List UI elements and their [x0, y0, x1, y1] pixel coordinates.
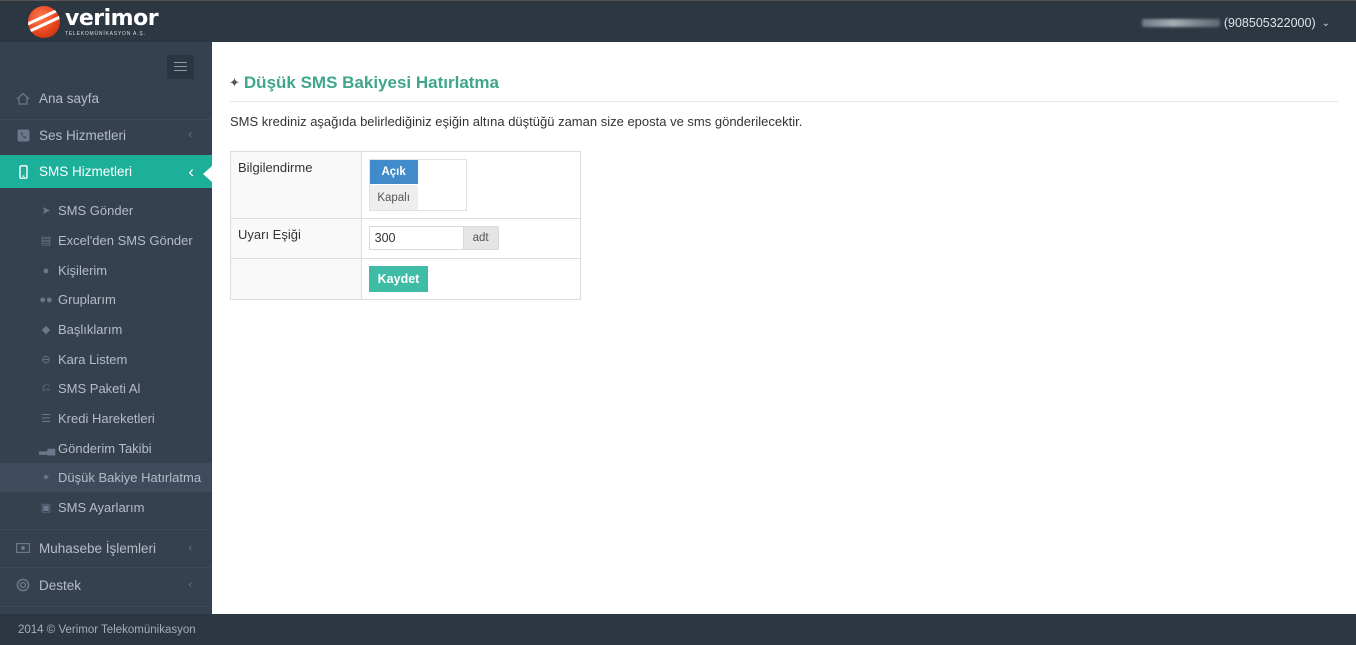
- divider: [0, 606, 212, 607]
- tags-icon: ◆: [41, 324, 51, 336]
- threshold-unit: adt: [463, 226, 499, 250]
- menu-icon: [174, 62, 187, 63]
- switch-on-label[interactable]: Açık: [369, 160, 418, 184]
- sidebar-subitem-label: Kredi Hareketleri: [58, 411, 155, 426]
- users-icon: ●●: [39, 293, 53, 306]
- top-header: verimor TELEKOMÜNİKASYON A.Ş. (908505322…: [0, 0, 1356, 42]
- chevron-down-icon: ⌄: [1321, 17, 1330, 29]
- footer-copyright: 2014 © Verimor Telekomünikasyon: [18, 623, 196, 636]
- settings-form: Bilgilendirme Açık Kapalı Uyarı Eşiği ad…: [230, 151, 582, 300]
- sidebar-item-label: Ses Hizmetleri: [39, 127, 127, 143]
- sidebar-subitem-label: Düşük Bakiye Hatırlatma: [58, 470, 202, 485]
- money-icon: [16, 541, 30, 555]
- logo[interactable]: verimor TELEKOMÜNİKASYON A.Ş.: [28, 5, 159, 39]
- sidebar-subitem-buy-package[interactable]: ⎌ SMS Paketi Al: [0, 374, 212, 403]
- chevron-left-icon: ‹: [188, 542, 192, 554]
- divider: [0, 119, 212, 120]
- sidebar-item-label: Ana sayfa: [39, 90, 100, 106]
- notify-toggle-switch[interactable]: Açık Kapalı: [368, 159, 467, 211]
- sidebar-subitem-sms-send[interactable]: ➤ SMS Gönder: [0, 196, 212, 225]
- pin-icon: ✦: [229, 75, 240, 90]
- mobile-icon: [16, 164, 30, 179]
- sidebar-item-home[interactable]: Ana sayfa: [0, 84, 212, 112]
- notify-label: Bilgilendirme: [230, 151, 362, 219]
- divider: [230, 101, 1338, 102]
- sidebar: Ana sayfa Ses Hizmetleri ‹ SMS Hizmetler…: [0, 42, 212, 614]
- sidebar-item-sms[interactable]: SMS Hizmetleri ‹: [0, 155, 212, 188]
- sidebar-subitem-label: Excel'den SMS Gönder: [58, 233, 193, 248]
- minus-circle-icon: ⊖: [41, 354, 51, 366]
- sidebar-subitem-credit-history[interactable]: ☰ Kredi Hareketleri: [0, 404, 212, 433]
- sidebar-subitem-label: Kara Listem: [58, 352, 128, 367]
- sidebar-subitem-delivery-tracking[interactable]: ▂▄ Gönderim Takibi: [0, 434, 212, 463]
- sidebar-item-label: SMS Hizmetleri: [39, 164, 133, 179]
- threshold-input[interactable]: [368, 226, 464, 250]
- user-phone: (908505322000): [1223, 16, 1316, 30]
- page-title-text: Düşük SMS Bakiyesi Hatırlatma: [243, 73, 500, 92]
- threshold-label: Uyarı Eşiği: [230, 218, 362, 259]
- cart-icon: ⎌: [41, 382, 51, 394]
- logo-subtitle: TELEKOMÜNİKASYON A.Ş.: [65, 30, 146, 37]
- sidebar-subitem-label: SMS Paketi Al: [58, 381, 141, 396]
- save-button[interactable]: Kaydet: [368, 266, 429, 292]
- sidebar-subitem-contacts[interactable]: ● Kişilerim: [0, 256, 212, 285]
- divider: [0, 567, 212, 568]
- send-icon: ➤: [41, 205, 51, 217]
- chevron-left-icon: ‹: [188, 161, 194, 181]
- footer: 2014 © Verimor Telekomünikasyon: [0, 614, 1356, 645]
- sidebar-toggle-button[interactable]: [167, 55, 194, 79]
- sidebar-subitem-label: Gönderim Takibi: [58, 441, 152, 456]
- threshold-input-group: adt: [368, 226, 573, 250]
- bar-chart-icon: ▂▄: [39, 443, 56, 455]
- sidebar-subitem-low-balance[interactable]: ✦ Düşük Bakiye Hatırlatma: [0, 463, 212, 492]
- lifebuoy-icon: [16, 578, 30, 592]
- settings-file-icon: ▣: [40, 502, 52, 514]
- sidebar-subitem-headers[interactable]: ◆ Başlıklarım: [0, 315, 212, 344]
- page-title: ✦ Düşük SMS Bakiyesi Hatırlatma: [229, 73, 499, 93]
- phone-icon: [16, 128, 30, 142]
- sidebar-subitem-blacklist[interactable]: ⊖ Kara Listem: [0, 345, 212, 374]
- main-content: ✦ Düşük SMS Bakiyesi Hatırlatma SMS kred…: [212, 42, 1356, 614]
- sidebar-subitem-label: SMS Ayarlarım: [58, 500, 145, 515]
- user-icon: ●: [42, 264, 50, 277]
- sidebar-subitem-label: Kişilerim: [58, 263, 108, 278]
- form-row-notify: Bilgilendirme Açık Kapalı: [230, 151, 582, 219]
- logo-name: verimor: [65, 5, 159, 31]
- sidebar-item-accounting[interactable]: Muhasebe İşlemleri ‹: [0, 534, 212, 562]
- file-excel-icon: ▤: [40, 235, 52, 247]
- sidebar-subitem-groups[interactable]: ●● Gruplarım: [0, 285, 212, 314]
- sidebar-subitem-excel-sms[interactable]: ▤ Excel'den SMS Gönder: [0, 226, 212, 255]
- sidebar-item-voice[interactable]: Ses Hizmetleri ‹: [0, 121, 212, 149]
- form-row-actions: Kaydet: [230, 258, 582, 300]
- chevron-left-icon: ‹: [188, 579, 192, 591]
- switch-off-label[interactable]: Kapalı: [369, 185, 418, 210]
- logo-emblem: [28, 6, 60, 38]
- sidebar-subitem-label: SMS Gönder: [58, 203, 134, 218]
- sidebar-item-label: Destek: [39, 577, 82, 593]
- list-icon: ☰: [41, 413, 51, 425]
- sidebar-subitem-sms-settings[interactable]: ▣ SMS Ayarlarım: [0, 493, 212, 522]
- form-row-threshold: Uyarı Eşiği adt: [230, 218, 582, 259]
- page-description: SMS krediniz aşağıda belirlediğiniz eşiğ…: [230, 114, 803, 129]
- sidebar-subitem-label: Gruplarım: [58, 292, 116, 307]
- sidebar-item-label: Muhasebe İşlemleri: [39, 540, 157, 556]
- chevron-left-icon: ‹: [188, 129, 192, 141]
- pin-icon: ✦: [41, 472, 51, 484]
- user-name-redacted: [1141, 19, 1220, 27]
- divider: [0, 529, 212, 530]
- sidebar-subitem-label: Başlıklarım: [58, 322, 123, 337]
- home-icon: [16, 91, 30, 105]
- empty-cell: [230, 258, 362, 300]
- user-menu[interactable]: (908505322000) ⌄: [1141, 16, 1330, 30]
- sidebar-item-support[interactable]: Destek ‹: [0, 571, 212, 599]
